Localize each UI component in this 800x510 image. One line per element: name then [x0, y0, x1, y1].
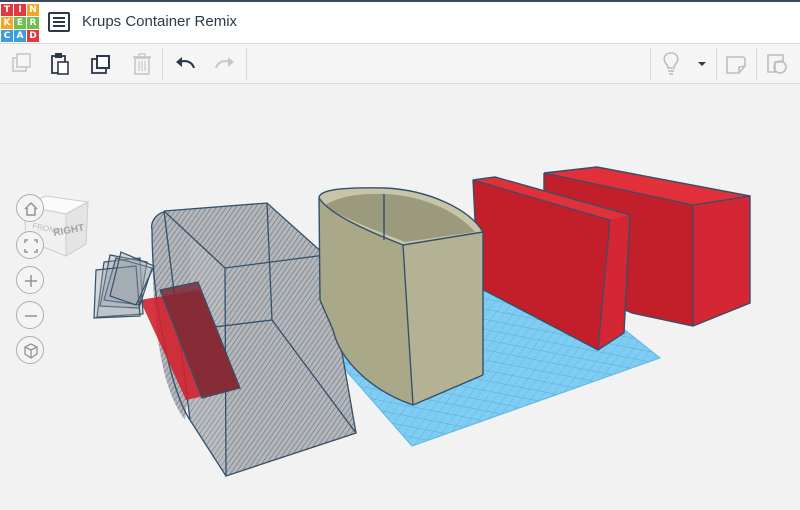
cube-icon [24, 343, 38, 359]
copy-button[interactable] [8, 50, 36, 78]
home-icon [24, 201, 38, 216]
logo-letter: E [14, 17, 26, 29]
ortho-toggle-button[interactable] [16, 336, 44, 364]
logo-letter: C [1, 30, 13, 42]
note-button[interactable] [722, 50, 750, 78]
fit-all-button[interactable] [16, 231, 44, 259]
redo-button[interactable] [210, 50, 238, 78]
fit-frame-icon [24, 239, 38, 253]
copy-icon [12, 53, 31, 72]
logo-letter: A [14, 30, 26, 42]
redo-arrow-icon [214, 57, 234, 69]
design-title[interactable]: Krups Container Remix [82, 13, 237, 30]
logo-letter: R [27, 17, 39, 29]
tinkercad-logo[interactable]: TIN KER CAD [1, 4, 40, 43]
minus-icon [25, 315, 37, 317]
toolbar-separator [716, 48, 717, 80]
logo-letter: D [27, 30, 39, 42]
toolbar-separator [756, 48, 757, 80]
logo-letter: K [1, 17, 13, 29]
caret-down-icon [698, 62, 706, 66]
scene-canvas[interactable] [0, 85, 800, 510]
undo-arrow-icon [176, 57, 196, 69]
toolbar-separator [650, 48, 651, 80]
toolbar-separator [162, 48, 163, 80]
logo-letter: N [27, 4, 39, 16]
paste-icon [51, 53, 69, 75]
zoom-out-button[interactable] [16, 301, 44, 329]
list-icon[interactable] [48, 12, 70, 32]
undo-button[interactable] [172, 50, 200, 78]
zoom-in-button[interactable] [16, 266, 44, 294]
top-bar: TIN KER CAD Krups Container Remix [0, 0, 800, 44]
toolbar-separator [246, 48, 247, 80]
duplicate-button[interactable] [88, 50, 116, 78]
note-icon [726, 56, 746, 74]
trash-icon [133, 53, 151, 75]
3d-viewport[interactable]: FRONT RIGHT [0, 85, 800, 510]
light-menu-button[interactable] [690, 50, 718, 78]
ruler-icon [767, 54, 787, 74]
ruler-button[interactable] [763, 50, 791, 78]
logo-letter: I [14, 4, 26, 16]
lightbulb-icon [663, 52, 679, 75]
toolbar [0, 44, 800, 84]
delete-button[interactable] [128, 50, 156, 78]
duplicate-icon [91, 55, 110, 74]
logo-letter: T [1, 4, 13, 16]
plus-icon [25, 275, 37, 287]
home-view-button[interactable] [16, 194, 44, 222]
light-button[interactable] [657, 50, 685, 78]
paste-button[interactable] [46, 50, 74, 78]
